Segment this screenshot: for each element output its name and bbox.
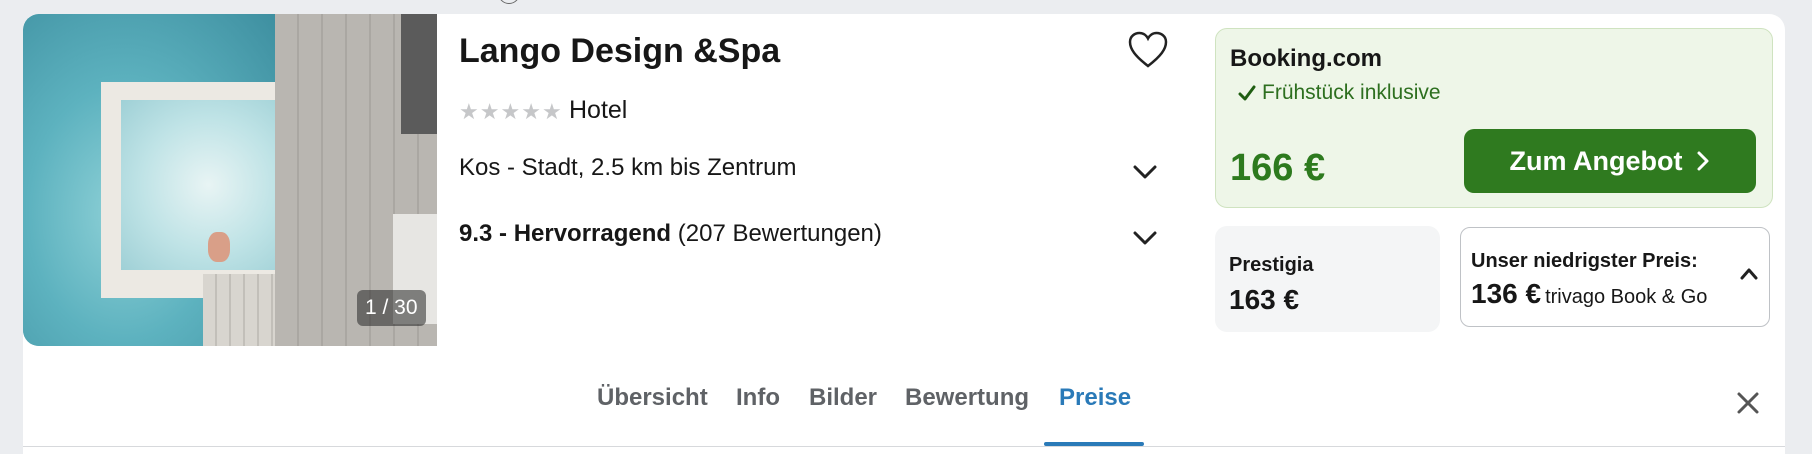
hotel-rating[interactable]: 9.3 - Hervorragend (207 Bewertungen) [459, 220, 882, 248]
star-icon: ★ [521, 99, 541, 124]
star-icon: ★ [459, 99, 479, 124]
star-icon: ★ [479, 99, 500, 124]
tab-images[interactable]: Bilder [809, 384, 877, 412]
top-edge-icon [498, 0, 520, 4]
alt-offer-price: 163 € [1229, 284, 1300, 315]
check-icon [1238, 85, 1256, 101]
lowest-price-label: Unser niedrigster Preis: [1471, 250, 1698, 272]
main-offer[interactable]: Booking.com Frühstück inklusive 166 € Zu… [1215, 28, 1773, 208]
chevron-down-icon[interactable] [1131, 228, 1159, 248]
hotel-card: 1 / 30 Lango Design &Spa ★ ★ ★ ★ ★ Hotel… [23, 14, 1785, 454]
chevron-down-icon[interactable] [1131, 162, 1159, 182]
lowest-price-toggle[interactable]: Unser niedrigster Preis: 136 € trivago Bo… [1460, 227, 1770, 327]
close-icon[interactable] [1735, 390, 1761, 416]
hotel-location[interactable]: Kos - Stadt, 2.5 km bis Zentrum [459, 154, 796, 182]
star-icon: ★ [500, 99, 521, 124]
active-tab-indicator [1044, 442, 1144, 446]
chevron-right-icon [1697, 151, 1709, 171]
star-rating: ★ ★ ★ ★ ★ [459, 100, 562, 124]
heart-icon[interactable] [1127, 30, 1169, 70]
rating-score: 9.3 - Hervorragend [459, 220, 672, 247]
tab-prices[interactable]: Preise [1059, 384, 1131, 412]
offer-feature: Frühstück inklusive [1238, 81, 1441, 105]
hotel-tabs: Übersicht Info Bilder Bewertung Preise [23, 346, 1785, 447]
hotel-photo[interactable]: 1 / 30 [23, 14, 437, 346]
lowest-price-provider: trivago Book & Go [1545, 286, 1708, 308]
star-icon: ★ [541, 99, 562, 124]
lowest-price-value: 136 € trivago Book & Go [1471, 278, 1707, 310]
view-deal-label: Zum Angebot [1509, 145, 1683, 176]
photo-counter: 1 / 30 [357, 290, 426, 326]
tab-overview[interactable]: Übersicht [597, 384, 708, 412]
feature-label: Frühstück inklusive [1262, 81, 1441, 104]
alt-offer[interactable]: Prestigia 163 € [1215, 226, 1440, 332]
hotel-type: Hotel [569, 96, 628, 124]
chevron-up-icon [1740, 268, 1758, 280]
offer-price: 166 € [1230, 147, 1326, 189]
hotel-name[interactable]: Lango Design &Spa [459, 32, 780, 71]
tab-info[interactable]: Info [736, 384, 780, 412]
rating-count: (207 Bewertungen) [677, 220, 882, 247]
tab-reviews[interactable]: Bewertung [905, 384, 1029, 412]
offer-provider: Booking.com [1230, 45, 1383, 72]
view-deal-button[interactable]: Zum Angebot [1464, 129, 1756, 193]
lowest-price-amount: 136 € [1471, 278, 1542, 309]
alt-offer-provider: Prestigia [1229, 254, 1314, 276]
